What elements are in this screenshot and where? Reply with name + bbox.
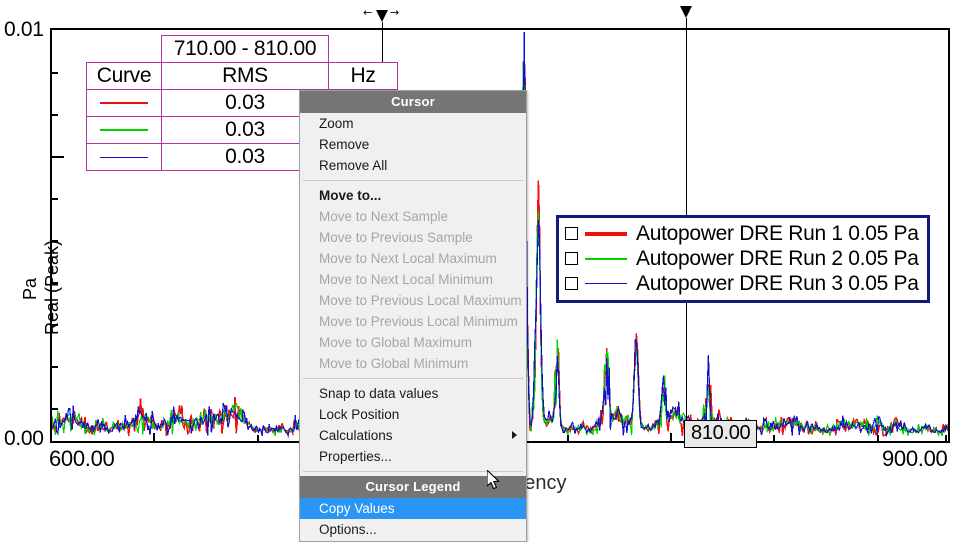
curve-legend[interactable]: Autopower DRE Run 1 0.05 Pa Autopower DR…	[556, 215, 930, 303]
menu-item-move-next-local-maximum[interactable]: Move to Next Local Maximum	[300, 248, 526, 269]
chevron-right-icon	[512, 431, 517, 439]
column-header-curve: Curve	[87, 63, 162, 90]
range-header-cell: 710.00 - 810.00	[162, 36, 329, 63]
cursor-context-menu[interactable]: Cursor Zoom Remove Remove All Move to...…	[299, 90, 527, 542]
menu-item-options[interactable]: Options...	[300, 519, 526, 540]
cursor-right-value-box[interactable]: 810.00	[684, 420, 757, 448]
legend-label-run2: Autopower DRE Run 2 0.05 Pa	[636, 247, 919, 271]
curve-color-swatch-run2	[100, 129, 148, 131]
menu-separator-2	[303, 378, 523, 379]
column-header-rms: RMS	[162, 63, 329, 90]
range-spacer	[87, 36, 162, 63]
table-row-header: Curve RMS Hz	[87, 63, 398, 90]
menu-item-move-previous-local-maximum[interactable]: Move to Previous Local Maximum	[300, 290, 526, 311]
menu-item-remove[interactable]: Remove	[300, 134, 526, 155]
legend-color-swatch-run2	[585, 258, 627, 260]
cursor-left-arrow-left-icon[interactable]: ←	[363, 7, 372, 18]
menu-item-move-previous-sample[interactable]: Move to Previous Sample	[300, 227, 526, 248]
menu-item-calculations[interactable]: Calculations	[300, 425, 526, 446]
curve-color-swatch-run3	[100, 157, 148, 158]
legend-label-run3: Autopower DRE Run 3 0.05 Pa	[636, 272, 919, 296]
menu-item-move-global-minimum[interactable]: Move to Global Minimum	[300, 353, 526, 374]
column-header-hz: Hz	[329, 63, 398, 90]
menu-separator-1	[303, 180, 523, 181]
menu-item-properties[interactable]: Properties...	[300, 446, 526, 467]
cursor-right-marker-icon[interactable]	[680, 6, 692, 18]
x-axis-max-label: 900.00	[882, 446, 948, 472]
y-axis-title: Pa Real (Peak)	[0, 160, 46, 340]
legend-item-run2[interactable]: Autopower DRE Run 2 0.05 Pa	[565, 246, 919, 271]
context-menu-section-legend-title: Cursor Legend	[300, 476, 526, 498]
y-axis-min-label: 0.00	[4, 427, 44, 451]
x-axis-min-label: 600.00	[49, 446, 115, 472]
menu-item-move-next-sample[interactable]: Move to Next Sample	[300, 206, 526, 227]
y-axis-kind-label: Real (Peak)	[42, 240, 63, 335]
legend-color-swatch-run3	[585, 283, 627, 284]
menu-item-move-next-local-minimum[interactable]: Move to Next Local Minimum	[300, 269, 526, 290]
curve-color-swatch-run1	[100, 102, 148, 104]
curve-swatch-cell-3	[87, 144, 162, 171]
range-spacer-right	[329, 36, 398, 63]
menu-item-zoom[interactable]: Zoom	[300, 113, 526, 134]
context-menu-section-cursor-title: Cursor	[300, 91, 526, 113]
cursor-left-arrow-right-icon[interactable]: →	[390, 7, 399, 18]
menu-item-calculations-label: Calculations	[319, 428, 393, 443]
menu-item-lock-position[interactable]: Lock Position	[300, 404, 526, 425]
y-axis-ticks	[50, 28, 64, 443]
menu-item-move-previous-local-minimum[interactable]: Move to Previous Local Minimum	[300, 311, 526, 332]
menu-item-move-global-maximum[interactable]: Move to Global Maximum	[300, 332, 526, 353]
legend-label-run1: Autopower DRE Run 1 0.05 Pa	[636, 222, 919, 246]
legend-color-swatch-run1	[585, 232, 627, 236]
menu-item-move-to-header: Move to...	[300, 185, 526, 206]
legend-checkbox-run2[interactable]	[565, 252, 578, 265]
menu-separator-3	[303, 471, 523, 472]
menu-item-remove-all[interactable]: Remove All	[300, 155, 526, 176]
menu-item-snap-to-data-values[interactable]: Snap to data values	[300, 383, 526, 404]
curve-swatch-cell-2	[87, 117, 162, 144]
y-axis-unit-label: Pa	[20, 278, 41, 300]
legend-checkbox-run3[interactable]	[565, 277, 578, 290]
legend-checkbox-run1[interactable]	[565, 227, 578, 240]
cursor-left-marker-icon[interactable]	[376, 10, 388, 22]
table-row-range: 710.00 - 810.00	[87, 36, 398, 63]
legend-item-run1[interactable]: Autopower DRE Run 1 0.05 Pa	[565, 221, 919, 246]
legend-item-run3[interactable]: Autopower DRE Run 3 0.05 Pa	[565, 271, 919, 296]
y-axis-max-label: 0.01	[4, 18, 44, 42]
curve-swatch-cell-1	[87, 90, 162, 117]
